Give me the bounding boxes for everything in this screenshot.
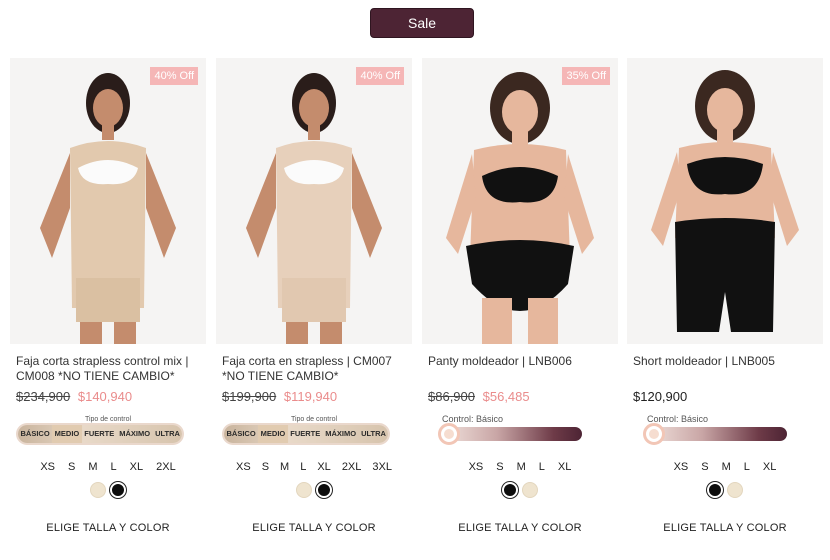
size-option[interactable]: XS bbox=[236, 461, 251, 473]
size-option[interactable]: S bbox=[68, 461, 75, 473]
color-swatch-black[interactable] bbox=[110, 482, 126, 498]
size-option[interactable]: S bbox=[496, 461, 503, 473]
size-options: XS S M L XL bbox=[422, 461, 618, 473]
control-level-option[interactable]: BÁSICO bbox=[224, 425, 258, 443]
original-price: $199,900 bbox=[222, 389, 277, 404]
product-card[interactable]: Short moldeador | LNB005 $120,900 Contro… bbox=[627, 58, 823, 555]
sale-button[interactable]: Sale bbox=[370, 8, 474, 38]
sale-price: $119,940 bbox=[283, 389, 338, 404]
product-image[interactable] bbox=[627, 58, 823, 344]
size-option[interactable]: M bbox=[88, 461, 97, 473]
control-level-selector[interactable]: BÁSICO MEDIO FUERTE MÁXIMO ULTRA bbox=[224, 425, 389, 443]
discount-badge: 40% Off bbox=[356, 67, 404, 85]
size-option[interactable]: L bbox=[539, 461, 545, 473]
product-grid: 40% Off Faja corta strapless control mix… bbox=[10, 58, 825, 555]
color-swatches bbox=[627, 482, 823, 498]
size-option[interactable]: XS bbox=[40, 461, 55, 473]
control-level-selector[interactable]: BÁSICO MEDIO FUERTE MÁXIMO ULTRA bbox=[18, 425, 183, 443]
size-options: XS S M L XL bbox=[627, 461, 823, 473]
choose-size-color-link[interactable]: ELIGE TALLA Y COLOR bbox=[627, 522, 823, 534]
control-level-option[interactable]: ULTRA bbox=[153, 425, 183, 443]
discount-badge: 35% Off bbox=[562, 67, 610, 85]
sale-price: $56,485 bbox=[482, 389, 530, 404]
sale-price: $140,940 bbox=[77, 389, 133, 404]
product-card[interactable]: 35% Off Panty moldeador | LNB006 $86,900… bbox=[422, 58, 618, 555]
choose-size-color-link[interactable]: ELIGE TALLA Y COLOR bbox=[10, 522, 206, 534]
size-option[interactable]: L bbox=[744, 461, 750, 473]
color-swatch-nude[interactable] bbox=[727, 482, 743, 498]
price-row: $234,900 $140,940 bbox=[16, 389, 132, 404]
color-swatch-black[interactable] bbox=[316, 482, 332, 498]
product-card[interactable]: 40% Off Faja corta en strapless | CM007 … bbox=[216, 58, 412, 555]
color-swatches bbox=[216, 482, 412, 498]
control-level-option-selected[interactable]: MEDIO bbox=[258, 425, 288, 443]
size-option[interactable]: 3XL bbox=[372, 461, 392, 473]
size-option[interactable]: 2XL bbox=[342, 461, 362, 473]
top-bar: Sale bbox=[0, 0, 830, 50]
color-swatch-nude[interactable] bbox=[296, 482, 312, 498]
control-level-option[interactable]: BÁSICO bbox=[18, 425, 52, 443]
color-swatch-nude[interactable] bbox=[522, 482, 538, 498]
product-name[interactable]: Faja corta en strapless | CM007 *NO TIEN… bbox=[222, 354, 408, 384]
color-swatch-nude[interactable] bbox=[90, 482, 106, 498]
size-options: XS S M L XL 2XL bbox=[10, 461, 206, 473]
choose-size-color-link[interactable]: ELIGE TALLA Y COLOR bbox=[216, 522, 412, 534]
control-type-title: Tipo de control bbox=[290, 416, 338, 423]
size-option[interactable]: M bbox=[517, 461, 526, 473]
control-level-option[interactable]: FUERTE bbox=[82, 425, 117, 443]
size-option[interactable]: S bbox=[262, 461, 269, 473]
product-name[interactable]: Short moldeador | LNB005 bbox=[633, 354, 819, 369]
control-level-option-selected[interactable]: MEDIO bbox=[52, 425, 82, 443]
original-price: $86,900 bbox=[428, 389, 475, 404]
size-option[interactable]: XL bbox=[763, 461, 776, 473]
price-row: $120,900 bbox=[633, 389, 687, 404]
size-options: XS S M L XL 2XL 3XL bbox=[216, 461, 412, 473]
size-option[interactable]: L bbox=[111, 461, 117, 473]
product-image[interactable]: 40% Off bbox=[216, 58, 412, 344]
control-level-option[interactable]: MÁXIMO bbox=[117, 425, 153, 443]
product-image[interactable]: 35% Off bbox=[422, 58, 618, 344]
size-option[interactable]: XL bbox=[317, 461, 330, 473]
control-slider[interactable] bbox=[438, 423, 582, 445]
regular-price: $120,900 bbox=[633, 389, 688, 404]
original-price: $234,900 bbox=[16, 389, 71, 404]
control-level-option[interactable]: ULTRA bbox=[359, 425, 389, 443]
size-option[interactable]: M bbox=[280, 461, 289, 473]
control-level-option[interactable]: FUERTE bbox=[288, 425, 323, 443]
size-option[interactable]: L bbox=[300, 461, 306, 473]
product-card[interactable]: 40% Off Faja corta strapless control mix… bbox=[10, 58, 206, 555]
slider-handle[interactable] bbox=[438, 423, 460, 445]
slider-handle[interactable] bbox=[643, 423, 665, 445]
discount-badge: 40% Off bbox=[150, 67, 198, 85]
color-swatches bbox=[10, 482, 206, 498]
size-option[interactable]: 2XL bbox=[156, 461, 176, 473]
size-option[interactable]: S bbox=[701, 461, 708, 473]
size-option[interactable]: M bbox=[722, 461, 731, 473]
control-slider[interactable] bbox=[643, 423, 787, 445]
control-type-title: Tipo de control bbox=[84, 416, 132, 423]
color-swatch-black[interactable] bbox=[502, 482, 518, 498]
control-level-option[interactable]: MÁXIMO bbox=[323, 425, 359, 443]
product-image[interactable]: 40% Off bbox=[10, 58, 206, 344]
product-name[interactable]: Panty moldeador | LNB006 bbox=[428, 354, 614, 369]
price-row: $86,900 $56,485 bbox=[428, 389, 530, 404]
color-swatches bbox=[422, 482, 618, 498]
color-swatch-black[interactable] bbox=[707, 482, 723, 498]
product-name[interactable]: Faja corta strapless control mix | CM008… bbox=[16, 354, 202, 384]
size-option[interactable]: XS bbox=[469, 461, 484, 473]
size-option[interactable]: XL bbox=[558, 461, 571, 473]
size-option[interactable]: XL bbox=[130, 461, 143, 473]
choose-size-color-link[interactable]: ELIGE TALLA Y COLOR bbox=[422, 522, 618, 534]
size-option[interactable]: XS bbox=[674, 461, 689, 473]
price-row: $199,900 $119,940 bbox=[222, 389, 337, 404]
